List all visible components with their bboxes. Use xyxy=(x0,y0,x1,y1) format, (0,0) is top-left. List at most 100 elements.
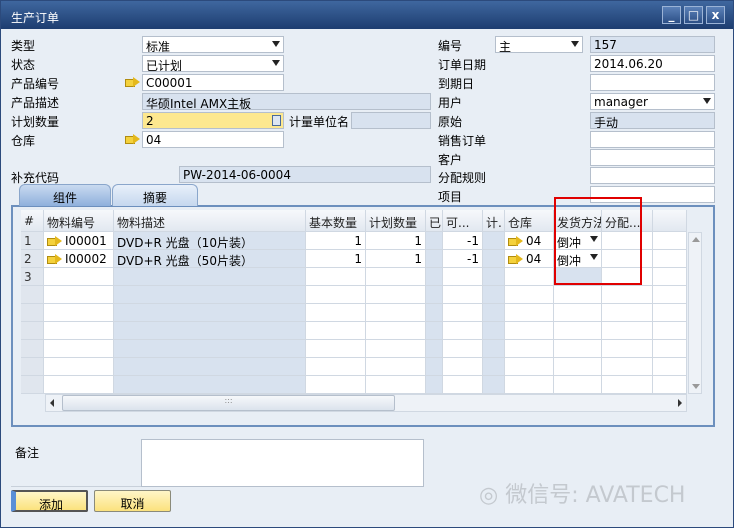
close-button[interactable]: x xyxy=(706,6,725,24)
warehouse-input[interactable]: 04 xyxy=(142,131,284,148)
cell-row-number[interactable] xyxy=(21,304,44,322)
cell-item-no[interactable] xyxy=(44,304,114,322)
order-date-input[interactable]: 2014.06.20 xyxy=(590,55,715,72)
cell-uom[interactable] xyxy=(483,340,505,358)
cell-distribution[interactable] xyxy=(602,286,653,304)
cell-issued[interactable] xyxy=(426,340,443,358)
cell-base-qty[interactable] xyxy=(306,268,366,286)
cell-base-qty[interactable] xyxy=(306,358,366,376)
cell-available[interactable] xyxy=(443,304,483,322)
cell-warehouse[interactable] xyxy=(505,322,554,340)
cell-issued[interactable] xyxy=(426,232,443,250)
cell-warehouse[interactable] xyxy=(505,304,554,322)
cell-uom[interactable] xyxy=(483,268,505,286)
cell-uom[interactable] xyxy=(483,232,505,250)
cell-available[interactable] xyxy=(443,358,483,376)
type-select[interactable]: 标准 xyxy=(142,36,284,53)
cell-plan-qty[interactable]: 1 xyxy=(366,250,426,268)
cell-base-qty[interactable] xyxy=(306,286,366,304)
cell-uom[interactable] xyxy=(483,322,505,340)
cell-item-no[interactable]: I00001 xyxy=(44,232,114,250)
cell-row-number[interactable]: 2 xyxy=(21,250,44,268)
cell-uom[interactable] xyxy=(483,376,505,394)
cancel-button[interactable]: 取消 xyxy=(94,490,171,512)
cell-warehouse[interactable] xyxy=(505,268,554,286)
cell-issued[interactable] xyxy=(426,286,443,304)
cell-warehouse[interactable] xyxy=(505,358,554,376)
tab-components[interactable]: 组件 xyxy=(19,184,111,206)
cell-item-desc[interactable] xyxy=(114,340,306,358)
cell-plan-qty[interactable] xyxy=(366,268,426,286)
cell-item-no[interactable] xyxy=(44,322,114,340)
cell-base-qty[interactable] xyxy=(306,304,366,322)
cell-distribution[interactable] xyxy=(602,358,653,376)
cell-item-desc[interactable] xyxy=(114,286,306,304)
cell-item-desc[interactable] xyxy=(114,304,306,322)
cell-item-no[interactable]: I00002 xyxy=(44,250,114,268)
link-arrow-icon[interactable] xyxy=(47,254,63,264)
link-arrow-icon[interactable] xyxy=(125,134,141,144)
cell-plan-qty[interactable] xyxy=(366,376,426,394)
cell-issue-method[interactable] xyxy=(554,358,602,376)
column-header-base-qty[interactable]: 基本数量 xyxy=(306,210,366,232)
cell-distribution[interactable] xyxy=(602,340,653,358)
cell-uom[interactable] xyxy=(483,286,505,304)
cell-item-desc[interactable]: DVD+R 光盘（10片装） xyxy=(114,232,306,250)
cell-issue-method[interactable] xyxy=(554,304,602,322)
cell-plan-qty[interactable] xyxy=(366,322,426,340)
customer-input[interactable] xyxy=(590,149,715,166)
cell-available[interactable] xyxy=(443,322,483,340)
cell-row-number[interactable] xyxy=(21,340,44,358)
status-select[interactable]: 已计划 xyxy=(142,55,284,72)
sales-order-input[interactable] xyxy=(590,131,715,148)
cell-issued[interactable] xyxy=(426,358,443,376)
cell-issued[interactable] xyxy=(426,304,443,322)
cell-available[interactable] xyxy=(443,376,483,394)
plan-qty-input[interactable]: 2 xyxy=(142,112,284,129)
cell-item-desc[interactable]: DVD+R 光盘（50片装） xyxy=(114,250,306,268)
cell-available[interactable]: -1 xyxy=(443,250,483,268)
cell-base-qty[interactable] xyxy=(306,340,366,358)
scroll-down-icon[interactable] xyxy=(692,384,700,389)
column-header-uom[interactable]: 计. xyxy=(483,210,505,232)
cell-warehouse[interactable] xyxy=(505,376,554,394)
dist-rule-input[interactable] xyxy=(590,167,715,184)
cell-issued[interactable] xyxy=(426,322,443,340)
maximize-button[interactable]: □ xyxy=(684,6,703,24)
tab-summary[interactable]: 摘要 xyxy=(112,184,198,206)
cell-base-qty[interactable] xyxy=(306,376,366,394)
cell-issued[interactable] xyxy=(426,250,443,268)
series-select[interactable]: 主 xyxy=(495,36,583,53)
cell-row-number[interactable] xyxy=(21,286,44,304)
cell-uom[interactable] xyxy=(483,250,505,268)
cell-item-no[interactable] xyxy=(44,340,114,358)
cell-warehouse[interactable] xyxy=(505,286,554,304)
column-header-issued[interactable]: 已 xyxy=(426,210,443,232)
horizontal-scrollbar[interactable]: ::: xyxy=(45,394,687,412)
add-button[interactable]: 添加 xyxy=(11,490,88,512)
cell-plan-qty[interactable] xyxy=(366,340,426,358)
cell-distribution[interactable] xyxy=(602,304,653,322)
cell-plan-qty[interactable] xyxy=(366,304,426,322)
cell-item-no[interactable] xyxy=(44,268,114,286)
cell-item-desc[interactable] xyxy=(114,322,306,340)
calculator-icon[interactable] xyxy=(272,115,281,126)
cell-row-number[interactable] xyxy=(21,376,44,394)
cell-plan-qty[interactable] xyxy=(366,286,426,304)
cell-item-desc[interactable] xyxy=(114,376,306,394)
cell-available[interactable]: -1 xyxy=(443,232,483,250)
scroll-up-icon[interactable] xyxy=(692,237,700,242)
cell-item-desc[interactable] xyxy=(114,358,306,376)
column-header-warehouse[interactable]: 仓库 xyxy=(505,210,554,232)
cell-warehouse[interactable]: 04 xyxy=(505,232,554,250)
column-header-item-no[interactable]: 物料编号 xyxy=(44,210,114,232)
cell-issued[interactable] xyxy=(426,268,443,286)
scroll-thumb[interactable]: ::: xyxy=(62,395,395,411)
vertical-scrollbar[interactable] xyxy=(688,232,702,394)
column-header-item-desc[interactable]: 物料描述 xyxy=(114,210,306,232)
cell-item-no[interactable] xyxy=(44,358,114,376)
column-header-plan-qty[interactable]: 计划数量 xyxy=(366,210,426,232)
cell-base-qty[interactable]: 1 xyxy=(306,250,366,268)
cell-available[interactable] xyxy=(443,340,483,358)
cell-base-qty[interactable] xyxy=(306,322,366,340)
